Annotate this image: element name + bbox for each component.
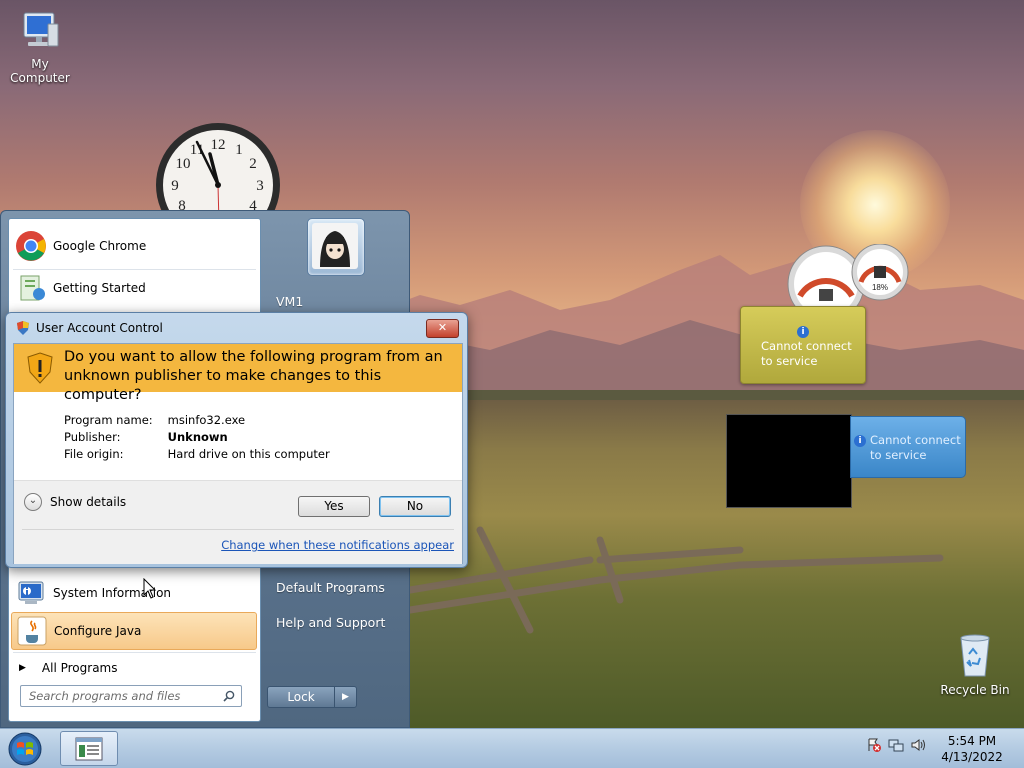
start-item-label: Configure Java [54, 624, 142, 638]
warning-shield-icon [27, 352, 53, 384]
recycle-bin-icon [960, 634, 990, 677]
field-row-origin: File origin: Hard drive on this computer [64, 446, 330, 463]
mountain-range [380, 255, 1024, 410]
start-item-label: Getting Started [53, 281, 146, 295]
notification-settings-link[interactable]: Change when these notifications appear [221, 538, 454, 552]
triangle-right-icon: ▶ [19, 663, 26, 673]
field-label: Publisher: [64, 430, 121, 444]
mouse-cursor-icon [143, 578, 157, 599]
field-row-program: Program name: msinfo32.exe [64, 412, 330, 429]
clock-number: 1 [235, 142, 243, 158]
field-label: Program name: [64, 413, 153, 427]
network-icon[interactable] [888, 737, 904, 753]
clock-number: 12 [211, 137, 226, 153]
info-icon: i [854, 435, 866, 447]
chevron-down-icon: ⌄ [24, 493, 42, 511]
start-item-system-information[interactable]: System Information [11, 574, 257, 612]
avatar-icon [312, 223, 358, 269]
taskbar-button-system-info[interactable] [60, 731, 118, 766]
taskbar: 5:54 PM 4/13/2022 [0, 728, 1024, 768]
clock-number: 3 [256, 178, 264, 194]
show-details-toggle[interactable]: ⌄ Show details [24, 493, 126, 511]
all-programs-label: All Programs [41, 661, 118, 675]
uac-question: Do you want to allow the following progr… [64, 349, 443, 403]
desktop-icon-recycle-bin[interactable]: Recycle Bin [940, 632, 1010, 697]
clock-number: 9 [171, 178, 179, 194]
no-button[interactable]: No [379, 496, 451, 517]
uac-dialog: User Account Control ✕ Do you want to al… [5, 312, 468, 568]
search-placeholder: Search programs and files [29, 689, 181, 703]
desktop-icon-my-computer[interactable]: My Computer [2, 10, 78, 85]
close-button[interactable]: ✕ [426, 319, 459, 338]
chrome-icon [16, 231, 46, 261]
separator [22, 529, 454, 530]
yes-button[interactable]: Yes [298, 496, 370, 517]
user-avatar[interactable] [307, 218, 365, 276]
search-icon [223, 690, 235, 702]
meter-percent: 18% [872, 283, 888, 292]
field-row-publisher: Publisher: Unknown [64, 429, 330, 446]
uac-shield-icon [17, 321, 29, 335]
field-label: File origin: [64, 447, 124, 461]
taskbar-date: 4/13/2022 [941, 750, 1003, 764]
program-details: Program name: msinfo32.exe Publisher: Un… [64, 412, 330, 463]
desktop-icon-label: Recycle Bin [940, 683, 1010, 697]
start-item-google-chrome[interactable]: Google Chrome [11, 227, 257, 265]
start-right-help-support[interactable]: Help and Support [276, 615, 385, 630]
start-button[interactable] [5, 731, 45, 767]
getting-started-icon [20, 275, 45, 301]
cpu-meter-gadget[interactable]: 18% [786, 244, 910, 306]
action-center-icon[interactable] [866, 737, 882, 753]
system-info-icon [18, 581, 44, 604]
weather-gadget[interactable]: i Cannot connect to service [740, 306, 866, 384]
computer-icon [23, 12, 59, 47]
dialog-title: User Account Control [36, 321, 163, 335]
clock-number: 2 [249, 156, 257, 172]
start-right-user[interactable]: VM1 [276, 294, 303, 309]
show-details-label: Show details [50, 495, 127, 509]
clock-number: 10 [176, 156, 191, 172]
lock-button[interactable]: Lock [267, 686, 335, 708]
close-icon: ✕ [437, 321, 448, 334]
desktop-icon-label: My Computer [10, 57, 70, 85]
volume-icon[interactable] [910, 737, 926, 753]
system-tray [866, 737, 926, 753]
field-value: Hard drive on this computer [167, 447, 330, 461]
info-icon: i [797, 326, 809, 338]
all-programs-button[interactable]: ▶ All Programs [11, 649, 257, 687]
feed-gadget[interactable]: i Cannot connect to service [850, 416, 966, 478]
power-options-arrow[interactable]: ▶ [334, 686, 357, 708]
taskbar-clock[interactable]: 5:54 PM 4/13/2022 [930, 733, 1014, 765]
start-item-getting-started[interactable]: Getting Started [11, 269, 257, 307]
wooden-fence [406, 526, 944, 634]
video-preview-gadget [726, 414, 852, 508]
uac-dialog-body: Do you want to allow the following progr… [13, 343, 463, 564]
uac-warning-banner: Do you want to allow the following progr… [14, 344, 462, 403]
feed-error-text: Cannot connect to service [870, 433, 961, 462]
taskbar-time: 5:54 PM [947, 734, 997, 748]
start-item-label: Google Chrome [53, 239, 147, 253]
field-value: msinfo32.exe [167, 413, 246, 427]
start-search-input[interactable]: Search programs and files [20, 685, 242, 707]
field-value: Unknown [167, 430, 228, 444]
uac-footer: ⌄ Show details Yes No Change when these … [14, 480, 462, 564]
system-info-window-icon [75, 737, 103, 761]
start-item-configure-java[interactable]: Configure Java [11, 612, 257, 650]
java-icon [17, 616, 47, 646]
weather-error-text: Cannot connect to service [761, 339, 852, 368]
start-right-default-programs[interactable]: Default Programs [276, 580, 385, 595]
